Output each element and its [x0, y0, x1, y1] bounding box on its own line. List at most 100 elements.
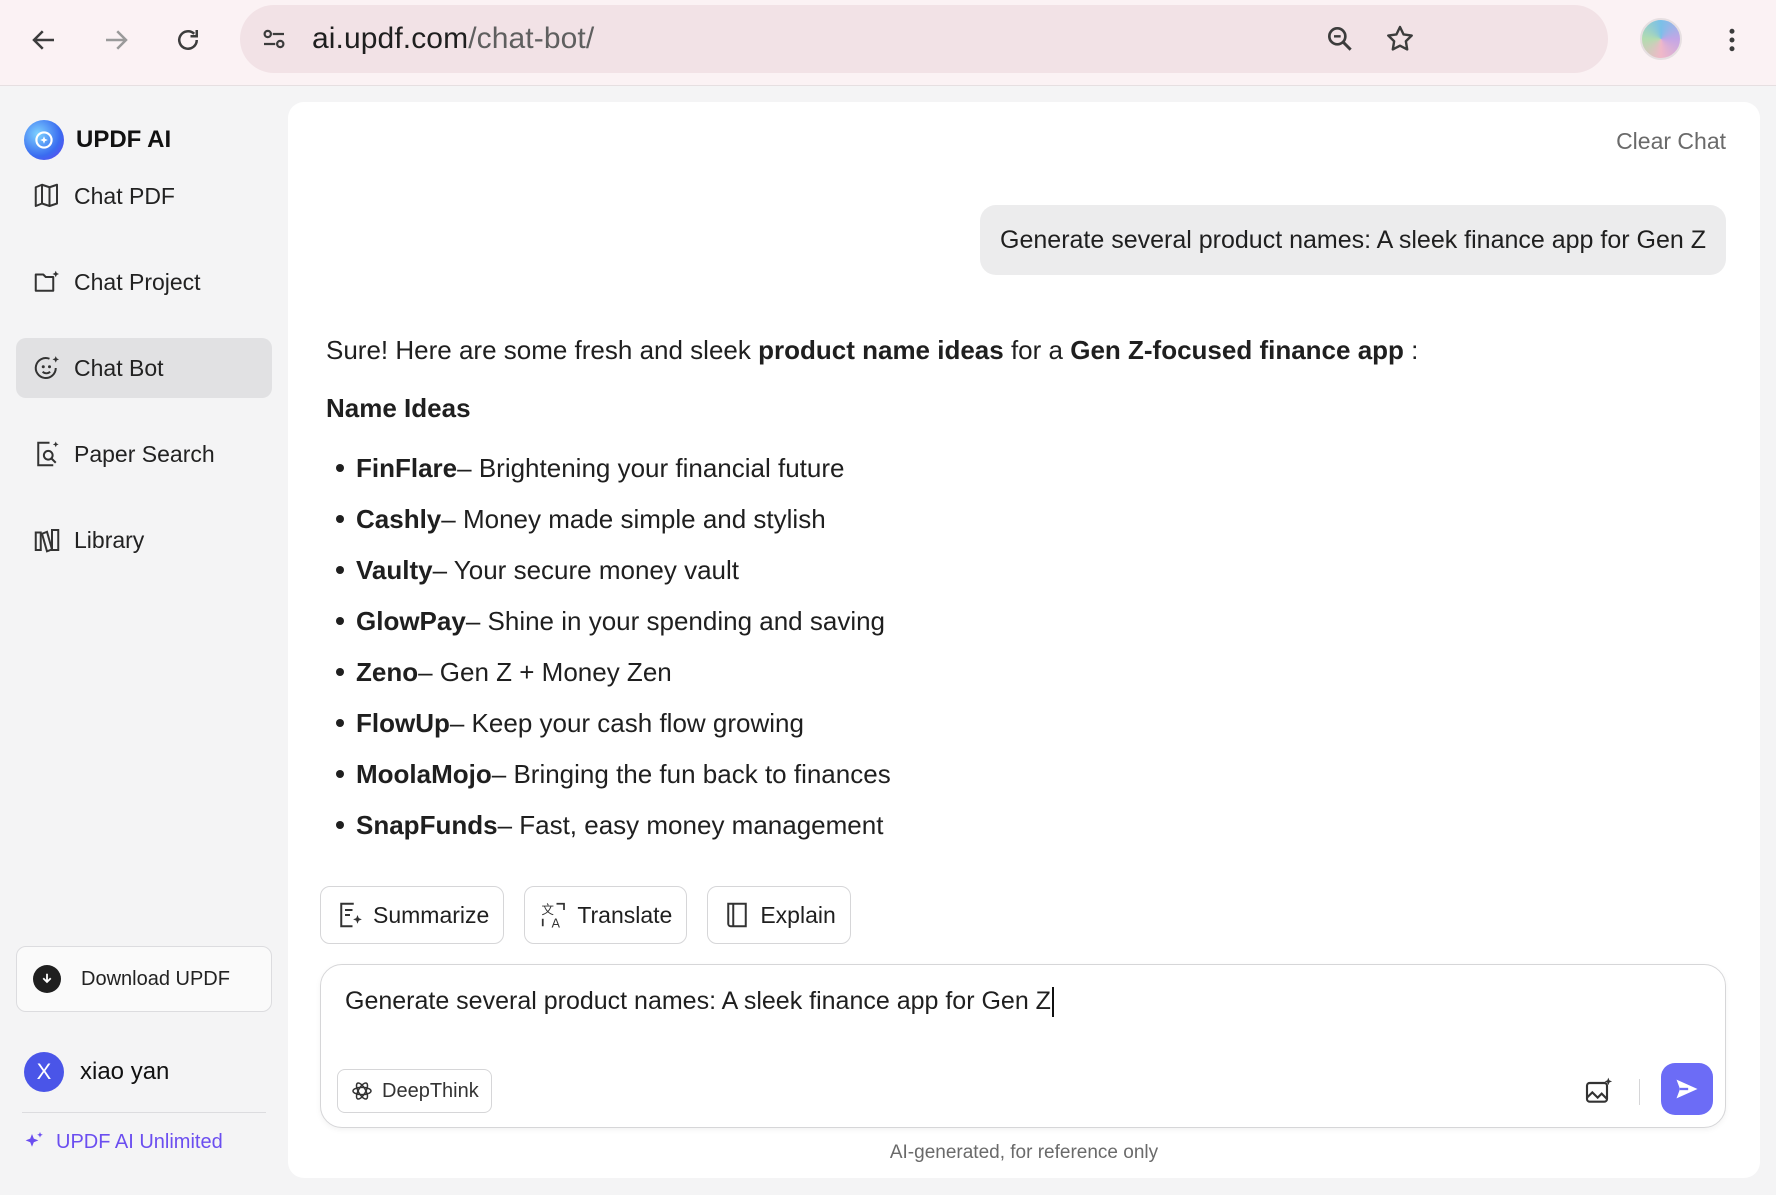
assistant-answer: Sure! Here are some fresh and sleek prod… [326, 328, 1706, 850]
intro-text: Sure! Here are some fresh and sleek [326, 335, 759, 365]
idea-name: Cashly [356, 503, 442, 534]
explain-button[interactable]: Explain [707, 886, 851, 944]
user-profile[interactable]: X xiao yan [24, 1052, 169, 1092]
bullet [336, 769, 344, 778]
list-item: Zeno – Gen Z + Money Zen [326, 646, 1706, 697]
folder-sparkle-icon [34, 270, 59, 292]
user-message-bubble: Generate several product names: A sleek … [980, 205, 1726, 275]
reload-icon [178, 30, 198, 50]
sidebar-item-label: Chat Project [74, 268, 201, 295]
message-composer: Generate several product names: A sleek … [320, 964, 1726, 1128]
updf-logo-icon [24, 120, 64, 160]
idea-name: Zeno [356, 656, 419, 687]
sidebar-item-chat-pdf[interactable]: Chat PDF [16, 166, 272, 226]
intro-bold-text: Gen Z-focused finance app [1070, 335, 1404, 365]
browser-menu-button[interactable] [1712, 18, 1752, 62]
sidebar-item-label: Paper Search [74, 440, 215, 467]
idea-name: MoolaMojo [356, 758, 492, 789]
divider [1639, 1079, 1640, 1105]
message-input[interactable]: Generate several product names: A sleek … [345, 987, 1645, 1018]
bullet [336, 616, 344, 625]
idea-description: – Shine in your spending and saving [465, 605, 886, 636]
list-item: FinFlare – Brightening your financial fu… [326, 442, 1706, 493]
address-bar[interactable]: ai.updf.com/chat-bot/ [240, 5, 1608, 73]
chat-panel: Clear Chat Generate several product name… [288, 102, 1760, 1178]
sidebar-item-chat-project[interactable]: Chat Project [16, 252, 272, 312]
ai-disclaimer: AI-generated, for reference only [889, 1142, 1159, 1163]
divider [22, 1112, 266, 1113]
atom-icon [352, 1082, 372, 1100]
bot-face-icon [34, 356, 59, 380]
kebab-menu-icon [1729, 28, 1735, 52]
list-item: MoolaMojo – Bringing the fun back to fin… [326, 748, 1706, 799]
idea-name: FinFlare [356, 452, 458, 483]
idea-name: SnapFunds [356, 809, 498, 840]
deepthink-label: DeepThink [382, 1079, 479, 1102]
bullet [336, 718, 344, 727]
answer-heading: Name Ideas [326, 393, 471, 423]
bullet [336, 565, 344, 574]
action-label: Explain [760, 901, 836, 928]
sparkle-icon [25, 1132, 43, 1147]
message-input-value: Generate several product names: A sleek … [345, 987, 1051, 1015]
deepthink-toggle[interactable]: DeepThink [337, 1069, 492, 1113]
url-path: /chat-bot/ [468, 22, 595, 55]
reload-button[interactable] [166, 18, 210, 62]
intro-text: for a [1003, 335, 1071, 365]
sidebar-item-label: Library [74, 526, 145, 553]
user-name: xiao yan [80, 1058, 170, 1085]
download-updf-button[interactable]: Download UPDF [16, 946, 272, 1012]
bullet [336, 667, 344, 676]
idea-name: FlowUp [356, 707, 450, 738]
list-item: SnapFunds – Fast, easy money management [326, 799, 1706, 850]
bullet [336, 514, 344, 523]
intro-text: : [1403, 335, 1419, 365]
sidebar-item-label: Chat PDF [74, 182, 175, 209]
idea-description: – Gen Z + Money Zen [418, 656, 672, 687]
zoom-icon[interactable] [1318, 17, 1362, 61]
list-item: FlowUp – Keep your cash flow growing [326, 697, 1706, 748]
library-icon [34, 529, 60, 553]
text-caret [1051, 987, 1054, 1018]
list-item: GlowPay – Shine in your spending and sav… [326, 595, 1706, 646]
list-item: Vaulty – Your secure money vault [326, 544, 1706, 595]
list-item: Cashly – Money made simple and stylish [326, 493, 1706, 544]
quick-actions: Summarize 文A Translate Explain [320, 886, 871, 944]
send-button[interactable] [1661, 1063, 1713, 1115]
browser-toolbar: ai.updf.com/chat-bot/ [0, 0, 1776, 86]
idea-description: – Keep your cash flow growing [449, 707, 804, 738]
translate-icon: 文A [542, 902, 566, 930]
sidebar-item-library[interactable]: Library [16, 510, 272, 570]
image-upload-button[interactable] [1579, 1071, 1619, 1111]
bullet [336, 463, 344, 472]
idea-description: – Brightening your financial future [457, 452, 845, 483]
forward-button[interactable] [94, 18, 138, 62]
idea-description: – Money made simple and stylish [441, 503, 826, 534]
map-book-icon [34, 183, 58, 207]
summarize-button[interactable]: Summarize [320, 886, 505, 944]
idea-description: – Bringing the fun back to finances [491, 758, 891, 789]
send-icon [1676, 1079, 1698, 1099]
intro-bold-text: product name ideas [758, 335, 1004, 365]
avatar: X [24, 1052, 64, 1092]
arrow-right-icon [106, 30, 128, 50]
site-settings-icon[interactable] [252, 17, 296, 61]
upgrade-unlimited-link[interactable]: UPDF AI Unlimited [22, 1130, 223, 1154]
bookmark-star-icon[interactable] [1378, 17, 1422, 61]
profile-avatar[interactable] [1640, 18, 1682, 60]
document-search-icon [37, 441, 59, 467]
brand[interactable]: UPDF AI [24, 120, 171, 160]
clear-chat-button[interactable]: Clear Chat [1616, 128, 1726, 155]
answer-intro: Sure! Here are some fresh and sleek prod… [326, 328, 1706, 372]
idea-description: – Your secure money vault [432, 554, 740, 585]
back-button[interactable] [22, 18, 66, 62]
idea-name: Vaulty [356, 554, 433, 585]
unlimited-label: UPDF AI Unlimited [56, 1130, 223, 1153]
url-host: ai.updf.com [312, 22, 469, 55]
sidebar-item-label: Chat Bot [74, 354, 164, 381]
sidebar-item-paper-search[interactable]: Paper Search [16, 424, 272, 484]
download-label: Download UPDF [81, 967, 230, 990]
translate-button[interactable]: 文A Translate [524, 886, 688, 944]
sidebar-item-chat-bot[interactable]: Chat Bot [16, 338, 272, 398]
brand-name: UPDF AI [76, 126, 172, 153]
